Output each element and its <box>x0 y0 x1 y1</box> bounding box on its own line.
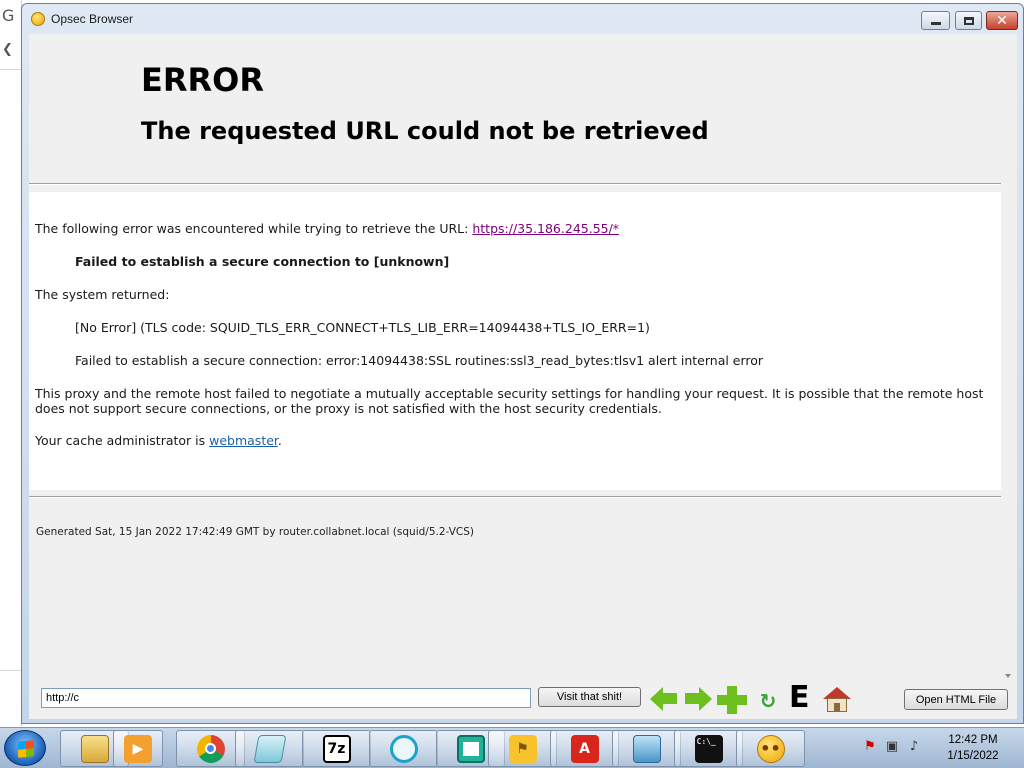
notepad-icon <box>253 734 286 763</box>
admin-line: Your cache administrator is webmaster. <box>35 433 282 448</box>
taskbar-command-prompt[interactable]: C:\_ <box>674 730 743 767</box>
refresh-icon[interactable]: ↻ <box>758 691 778 711</box>
app-logo-icon <box>31 12 45 26</box>
generated-footer: Generated Sat, 15 Jan 2022 17:42:49 GMT … <box>36 526 474 538</box>
network-icon[interactable]: ▣ <box>884 738 900 754</box>
start-button[interactable] <box>4 730 46 766</box>
chrome-icon <box>196 734 225 763</box>
app-circle-icon <box>389 734 418 763</box>
requested-url-link[interactable]: https://35.186.245.55/* <box>472 221 619 236</box>
intro-line: The following error was encountered whil… <box>35 221 619 236</box>
app-frame-icon <box>456 734 485 763</box>
forward-arrow-icon[interactable] <box>683 686 713 712</box>
clock-time: 12:42 PM <box>948 734 998 746</box>
background-divider <box>0 670 22 671</box>
browser-viewport: ERROR The requested URL could not be ret… <box>29 34 1017 719</box>
taskbar-control-panel[interactable] <box>612 730 681 767</box>
clock-date: 1/15/2022 <box>947 750 999 762</box>
system-returned-label: The system returned: <box>35 287 170 302</box>
back-arrow-icon[interactable] <box>650 686 680 712</box>
error-subheading: The requested URL could not be retrieved <box>141 117 709 145</box>
close-icon: ✕ <box>996 12 1008 29</box>
taskbar: ▶ 7z ⚑ A C:\_ •• ⚑ ▣ ♪ 12:42 PM 1/15/202… <box>0 727 1024 768</box>
minimize-icon <box>930 21 941 25</box>
7zip-icon: 7z <box>322 734 351 763</box>
e-icon[interactable]: E <box>789 683 810 713</box>
intro-text: The following error was encountered whil… <box>35 221 473 236</box>
system-tray: ⚑ ▣ ♪ <box>862 738 922 754</box>
explanation-text: This proxy and the remote host failed to… <box>35 386 984 416</box>
background-divider <box>0 69 22 70</box>
ssl-error-text: Failed to establish a secure connection:… <box>75 353 764 368</box>
tls-error-text: [No Error] (TLS code: SQUID_TLS_ERR_CONN… <box>75 320 650 335</box>
webmaster-link[interactable]: webmaster <box>209 433 278 448</box>
taskbar-app-circle[interactable] <box>369 730 438 767</box>
taskbar-notepad[interactable] <box>235 730 304 767</box>
url-input[interactable] <box>41 688 531 708</box>
minimize-button[interactable] <box>921 11 950 30</box>
taskbar-app-flag[interactable]: ⚑ <box>488 730 557 767</box>
close-button[interactable]: ✕ <box>986 11 1018 30</box>
home-icon[interactable] <box>822 687 852 713</box>
volume-icon[interactable]: ♪ <box>906 738 922 754</box>
acrobat-icon: A <box>570 734 599 763</box>
scroll-down-icon[interactable] <box>1001 674 1015 684</box>
admin-text: Your cache administrator is <box>35 433 210 448</box>
failure-message: Failed to establish a secure connection … <box>75 254 450 269</box>
title-bar[interactable]: Opsec Browser ✕ <box>22 4 1023 34</box>
background-g-glyph: G <box>2 6 15 25</box>
media-player-icon: ▶ <box>124 734 152 763</box>
divider <box>29 496 1001 498</box>
control-panel-icon <box>632 734 661 763</box>
command-prompt-icon: C:\_ <box>694 734 723 763</box>
maximize-icon <box>963 16 974 25</box>
error-content: The following error was encountered whil… <box>29 192 1001 490</box>
taskbar-acrobat[interactable]: A <box>550 730 619 767</box>
taskbar-media-player[interactable]: ▶ <box>113 730 163 767</box>
add-icon[interactable] <box>717 686 747 714</box>
window-title: Opsec Browser <box>51 12 134 26</box>
visit-button[interactable]: Visit that shit! <box>538 687 641 707</box>
browser-window: Opsec Browser ✕ ERROR The requested URL … <box>21 3 1024 724</box>
system-clock[interactable]: 12:42 PM 1/15/2022 <box>932 732 1014 764</box>
background-back-icon: ❮ <box>2 42 13 57</box>
app-flag-icon: ⚑ <box>508 734 537 763</box>
taskbar-7zip[interactable]: 7z <box>302 730 371 767</box>
maximize-button[interactable] <box>955 11 982 30</box>
background-window: G ❮ <box>0 0 22 726</box>
admin-suffix: . <box>277 433 282 448</box>
taskbar-opsec-browser[interactable]: •• <box>736 730 805 767</box>
error-heading: ERROR <box>141 61 264 99</box>
windows-logo-icon <box>18 740 34 758</box>
file-explorer-icon <box>80 734 109 763</box>
action-center-icon[interactable]: ⚑ <box>862 738 878 754</box>
divider <box>29 183 1001 185</box>
opsec-browser-icon: •• <box>756 734 785 763</box>
open-html-file-button[interactable]: Open HTML File <box>904 689 1008 710</box>
